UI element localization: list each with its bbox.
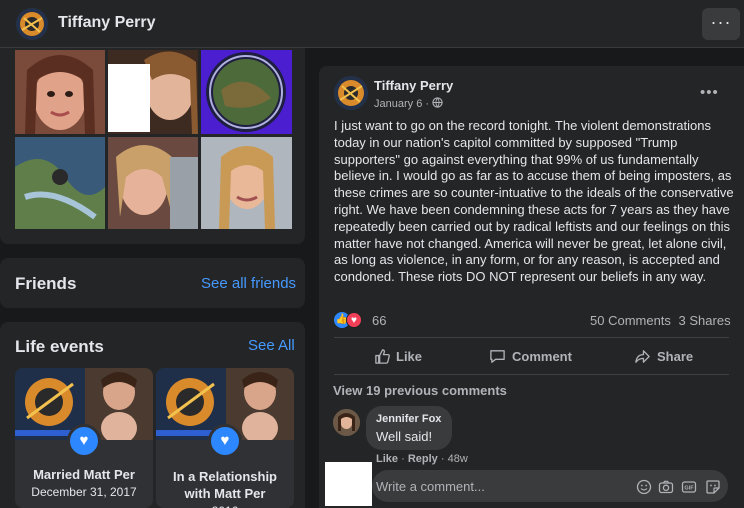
comment-icon [490, 350, 505, 363]
engagement-counts: 50 Comments 3 Shares [590, 313, 731, 328]
profile-avatar[interactable] [16, 8, 48, 40]
life-events-title: Life events [15, 337, 104, 356]
life-event-title: Married Matt Per [33, 467, 135, 482]
shares-count-link[interactable]: 3 Shares [679, 313, 731, 328]
photo-3[interactable] [201, 50, 292, 134]
friends-card: Friends See all friends [0, 258, 305, 308]
photo-6[interactable] [201, 137, 292, 229]
post-author-avatar[interactable] [334, 76, 368, 110]
profile-name[interactable]: Tiffany Perry [58, 14, 156, 32]
profile-header-bar: Tiffany Perry ··· [0, 0, 744, 48]
love-reaction-icon: ♥ [346, 312, 362, 328]
commenter-name[interactable]: Jennifer Fox [376, 413, 441, 425]
life-event-married[interactable]: ♥ Married Matt Per December 31, 2017 [15, 368, 153, 508]
photo-2[interactable] [108, 50, 198, 134]
see-all-life-events-link[interactable]: See All [248, 337, 295, 354]
write-comment-input[interactable] [376, 475, 626, 497]
divider [334, 374, 729, 375]
life-event-relationship[interactable]: ♥ In a Relationship with Matt Per 2016 [156, 368, 294, 508]
like-label: Like [396, 349, 423, 364]
comments-count-link[interactable]: 50 Comments [590, 313, 671, 328]
photo-1[interactable] [15, 50, 105, 134]
share-icon [635, 350, 650, 363]
comment-label: Comment [512, 349, 572, 364]
life-event-title: In a Relationship with Matt Per [172, 469, 277, 501]
sticker-icon[interactable] [705, 479, 721, 495]
photo-4[interactable] [15, 137, 105, 229]
reaction-count: 66 [372, 313, 387, 328]
current-user-avatar[interactable] [325, 462, 372, 506]
svg-text:GIF: GIF [684, 486, 694, 492]
divider [334, 337, 729, 338]
camera-icon[interactable] [658, 479, 674, 495]
post-options-button[interactable]: ••• [700, 84, 719, 101]
photo-5[interactable] [108, 137, 198, 229]
globe-icon [432, 97, 443, 108]
see-all-friends-link[interactable]: See all friends [201, 275, 296, 292]
friends-title: Friends [15, 274, 77, 293]
heart-icon: ♥ [67, 424, 101, 458]
comment-like-link[interactable]: Like [376, 453, 398, 465]
write-comment-box[interactable]: GIF [372, 470, 728, 502]
more-options-button[interactable]: ··· [702, 8, 740, 40]
ellipsis-icon: ••• [700, 84, 719, 101]
post-author-name[interactable]: Tiffany Perry [374, 78, 453, 93]
heart-icon: ♥ [208, 424, 242, 458]
comment-meta: Like · Reply · 48w [376, 453, 468, 465]
column-gutter [305, 48, 319, 508]
view-previous-comments-link[interactable]: View 19 previous comments [333, 383, 507, 398]
emoji-icon[interactable] [636, 479, 652, 495]
life-event-date: December 31, 2017 [31, 485, 137, 499]
ellipsis-icon: ··· [710, 12, 732, 32]
comment-reply-link[interactable]: Reply [408, 453, 438, 465]
thumbs-up-icon [375, 349, 390, 364]
post-timestamp[interactable]: January 6 · [374, 97, 443, 110]
post-body-text: I just want to go on the record tonight.… [334, 118, 734, 285]
gif-icon[interactable]: GIF [681, 479, 697, 495]
life-event-date: 2016 [160, 504, 290, 508]
comment-text: Well said! [376, 429, 433, 444]
post-date-text: January 6 · [374, 98, 433, 110]
share-label: Share [657, 349, 694, 364]
commenter-avatar[interactable] [333, 409, 360, 436]
comment-age[interactable]: 48w [448, 453, 468, 465]
meta-separator: · [440, 453, 448, 465]
meta-separator: · [401, 453, 408, 465]
